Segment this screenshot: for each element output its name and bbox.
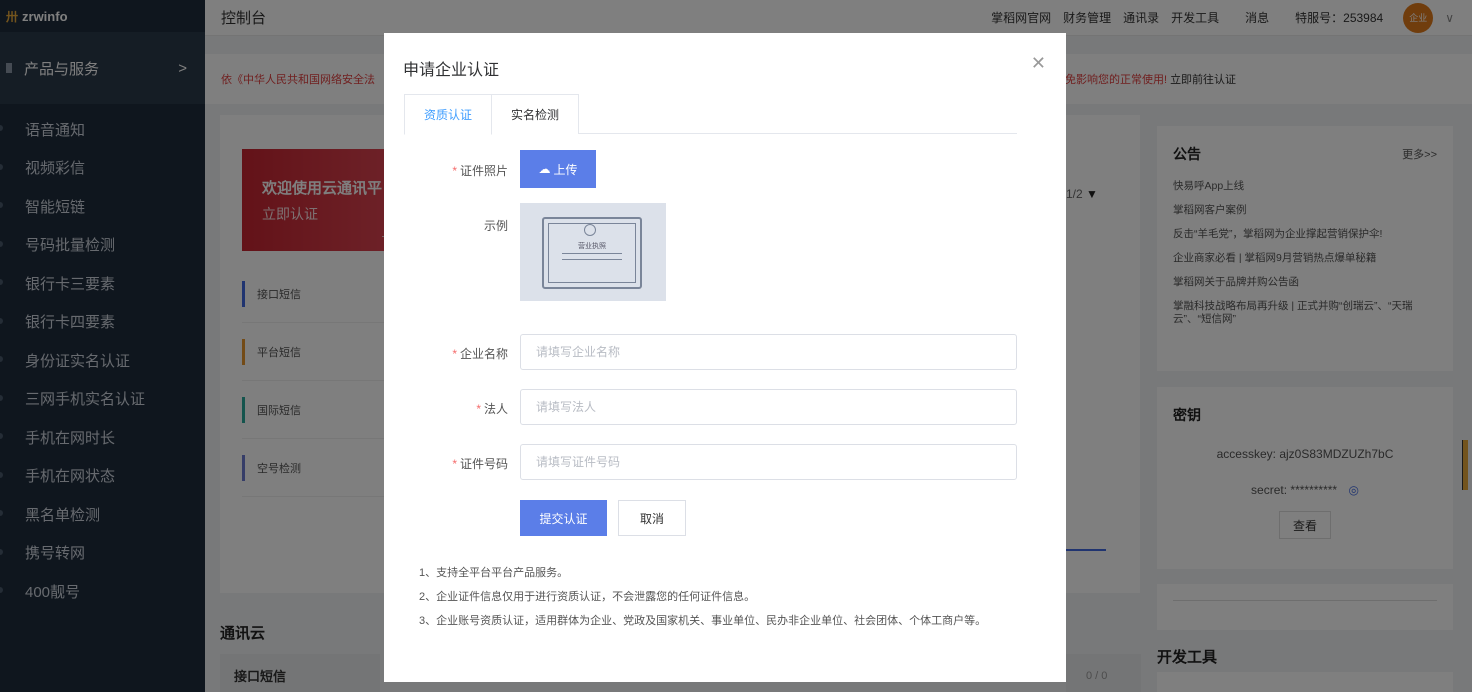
required-mark: * — [452, 164, 457, 178]
id-number-label: * 证件号码 — [384, 455, 508, 472]
tab-qualification[interactable]: 资质认证 — [404, 94, 493, 135]
legal-person-input[interactable] — [520, 389, 1017, 425]
id-number-input[interactable] — [520, 444, 1017, 480]
required-mark: * — [452, 347, 457, 361]
company-label: * 企业名称 — [384, 345, 508, 362]
required-mark: * — [452, 457, 457, 471]
certificate-text: 营业执照 — [578, 243, 606, 250]
legal-label: * 法人 — [384, 400, 508, 417]
tab-realname[interactable]: 实名检测 — [491, 94, 580, 134]
cloud-upload-icon: ☁ — [538, 162, 551, 176]
note-item: 3、企业账号资质认证，适用群体为企业、党政及国家机关、事业单位、民办非企业单位、… — [419, 615, 987, 627]
legal-label-text: 法人 — [483, 402, 508, 416]
photo-label-text: 证件照片 — [459, 164, 508, 178]
upload-button[interactable]: ☁ 上传 — [520, 150, 596, 188]
sample-image: 营业执照 — [520, 203, 666, 301]
photo-label: * 证件照片 — [384, 162, 508, 179]
submit-button[interactable]: 提交认证 — [520, 500, 607, 536]
id-number-label-text: 证件号码 — [459, 457, 508, 471]
close-icon[interactable]: ✕ — [1031, 53, 1046, 74]
certificate-icon: 营业执照 — [542, 217, 642, 289]
notes: 1、支持全平台平台产品服务。 2、企业证件信息仅用于进行资质认证，不会泄露您的任… — [419, 567, 1024, 639]
cancel-button[interactable]: 取消 — [618, 500, 686, 536]
upload-label: 上传 — [553, 162, 578, 177]
company-label-text: 企业名称 — [459, 347, 508, 361]
modal-tabs: 资质认证 实名检测 — [404, 94, 1017, 135]
modal-title: 申请企业认证 — [403, 62, 500, 79]
sample-label: 示例 — [483, 219, 508, 233]
note-item: 2、企业证件信息仅用于进行资质认证，不会泄露您的任何证件信息。 — [419, 591, 756, 603]
verification-modal: 申请企业认证 ✕ 资质认证 实名检测 * 证件照片 ☁ 上传 示例 营业执照 * 企业… — [384, 33, 1066, 682]
note-item: 1、支持全平台平台产品服务。 — [419, 567, 569, 579]
company-name-input[interactable] — [520, 334, 1017, 370]
required-mark: * — [476, 402, 481, 416]
